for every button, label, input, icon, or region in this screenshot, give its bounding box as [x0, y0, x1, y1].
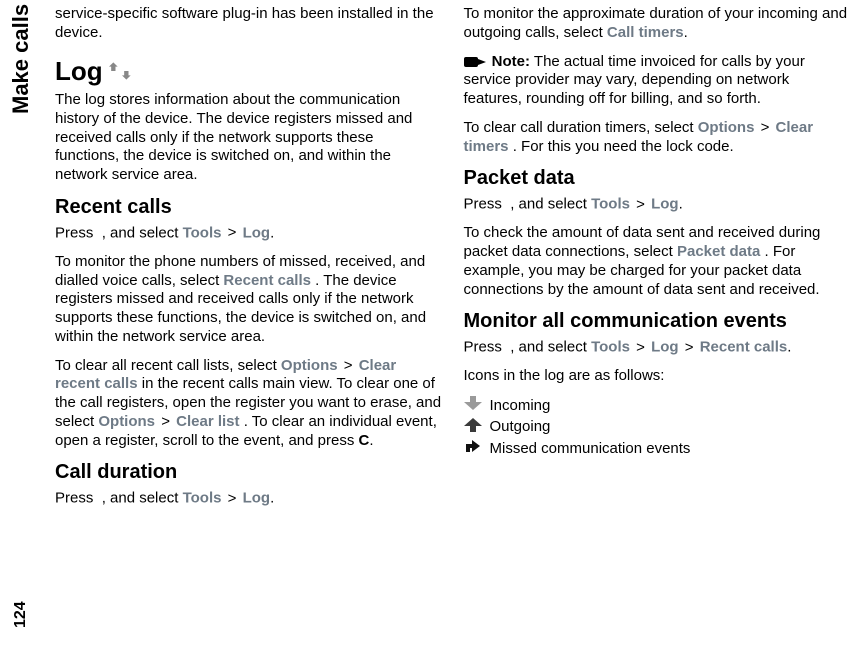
legend-label: Outgoing	[490, 418, 551, 437]
arrow-down-icon	[464, 396, 482, 416]
t: Press	[55, 490, 98, 507]
link-call-timers[interactable]: Call timers	[607, 24, 684, 41]
separator: >	[159, 413, 172, 432]
key-c: C	[359, 432, 370, 449]
heading-recent-calls: Recent calls	[55, 195, 442, 220]
note-block: Note: The actual time invoiced for calls…	[464, 53, 851, 109]
intro-text: service-specific software plug-in has be…	[55, 5, 442, 43]
note-icon	[464, 53, 492, 70]
t: To clear all recent call lists, select	[55, 357, 281, 374]
packet-press-line: Press , and select Tools > Log.	[464, 195, 851, 214]
sidebar: Make calls 124	[0, 0, 45, 650]
t: To clear call duration timers, select	[464, 119, 698, 136]
link-log[interactable]: Log	[243, 490, 271, 507]
duration-press-line: Press , and select Tools > Log.	[55, 489, 442, 508]
missed-icon	[464, 440, 482, 460]
link-tools[interactable]: Tools	[183, 224, 222, 241]
link-log[interactable]: Log	[243, 224, 271, 241]
link-log[interactable]: Log	[651, 196, 679, 213]
t: . For this you need the lock code.	[513, 138, 734, 155]
log-body: The log stores information about the com…	[55, 91, 442, 185]
t: Press	[464, 339, 507, 356]
link-recent-calls[interactable]: Recent calls	[223, 272, 311, 289]
legend-outgoing: Outgoing	[464, 418, 851, 438]
recent-press-line: Press , and select Tools > Log.	[55, 224, 442, 243]
link-clear-list[interactable]: Clear list	[176, 413, 239, 430]
t: Press	[464, 196, 507, 213]
content-columns: service-specific software plug-in has be…	[0, 0, 860, 650]
legend-label: Missed communication events	[490, 440, 691, 459]
t: , and select	[510, 196, 591, 213]
link-tools[interactable]: Tools	[183, 490, 222, 507]
link-options[interactable]: Options	[281, 357, 338, 374]
legend-incoming: Incoming	[464, 396, 851, 416]
t: Press	[55, 224, 98, 241]
link-tools[interactable]: Tools	[591, 339, 630, 356]
monitor-press-line: Press , and select Tools > Log > Recent …	[464, 338, 851, 357]
section-tab: Make calls	[8, 4, 34, 114]
separator: >	[342, 357, 355, 376]
link-recent-calls[interactable]: Recent calls	[700, 339, 788, 356]
t: , and select	[510, 339, 591, 356]
heading-log-text: Log	[55, 55, 103, 88]
separator: >	[226, 490, 239, 509]
separator: >	[226, 224, 239, 243]
link-options[interactable]: Options	[98, 413, 155, 430]
column-left: service-specific software plug-in has be…	[55, 5, 442, 645]
link-tools[interactable]: Tools	[591, 196, 630, 213]
heading-call-duration: Call duration	[55, 460, 442, 485]
recent-body-2: To clear all recent call lists, select O…	[55, 357, 442, 451]
duration-body: To monitor the approximate duration of y…	[464, 5, 851, 43]
arrow-up-icon	[464, 418, 482, 438]
legend-missed: Missed communication events	[464, 440, 851, 460]
column-right: To monitor the approximate duration of y…	[464, 5, 851, 645]
t: , and select	[102, 224, 183, 241]
separator: >	[634, 196, 647, 215]
link-log[interactable]: Log	[651, 339, 679, 356]
separator: >	[683, 339, 696, 358]
link-options[interactable]: Options	[698, 119, 755, 136]
icons-intro: Icons in the log are as follows:	[464, 367, 851, 386]
separator: >	[759, 119, 772, 138]
legend-label: Incoming	[490, 397, 551, 416]
page-number: 124	[12, 601, 30, 628]
log-icon	[109, 55, 135, 88]
separator: >	[634, 339, 647, 358]
link-packet-data[interactable]: Packet data	[677, 243, 760, 260]
heading-monitor-events: Monitor all communication events	[464, 309, 851, 334]
heading-packet-data: Packet data	[464, 166, 851, 191]
packet-body: To check the amount of data sent and rec…	[464, 224, 851, 299]
note-label: Note:	[492, 53, 530, 70]
clear-timers-line: To clear call duration timers, select Op…	[464, 119, 851, 157]
recent-body-1: To monitor the phone numbers of missed, …	[55, 253, 442, 347]
heading-log: Log	[55, 55, 442, 88]
t: , and select	[102, 490, 183, 507]
